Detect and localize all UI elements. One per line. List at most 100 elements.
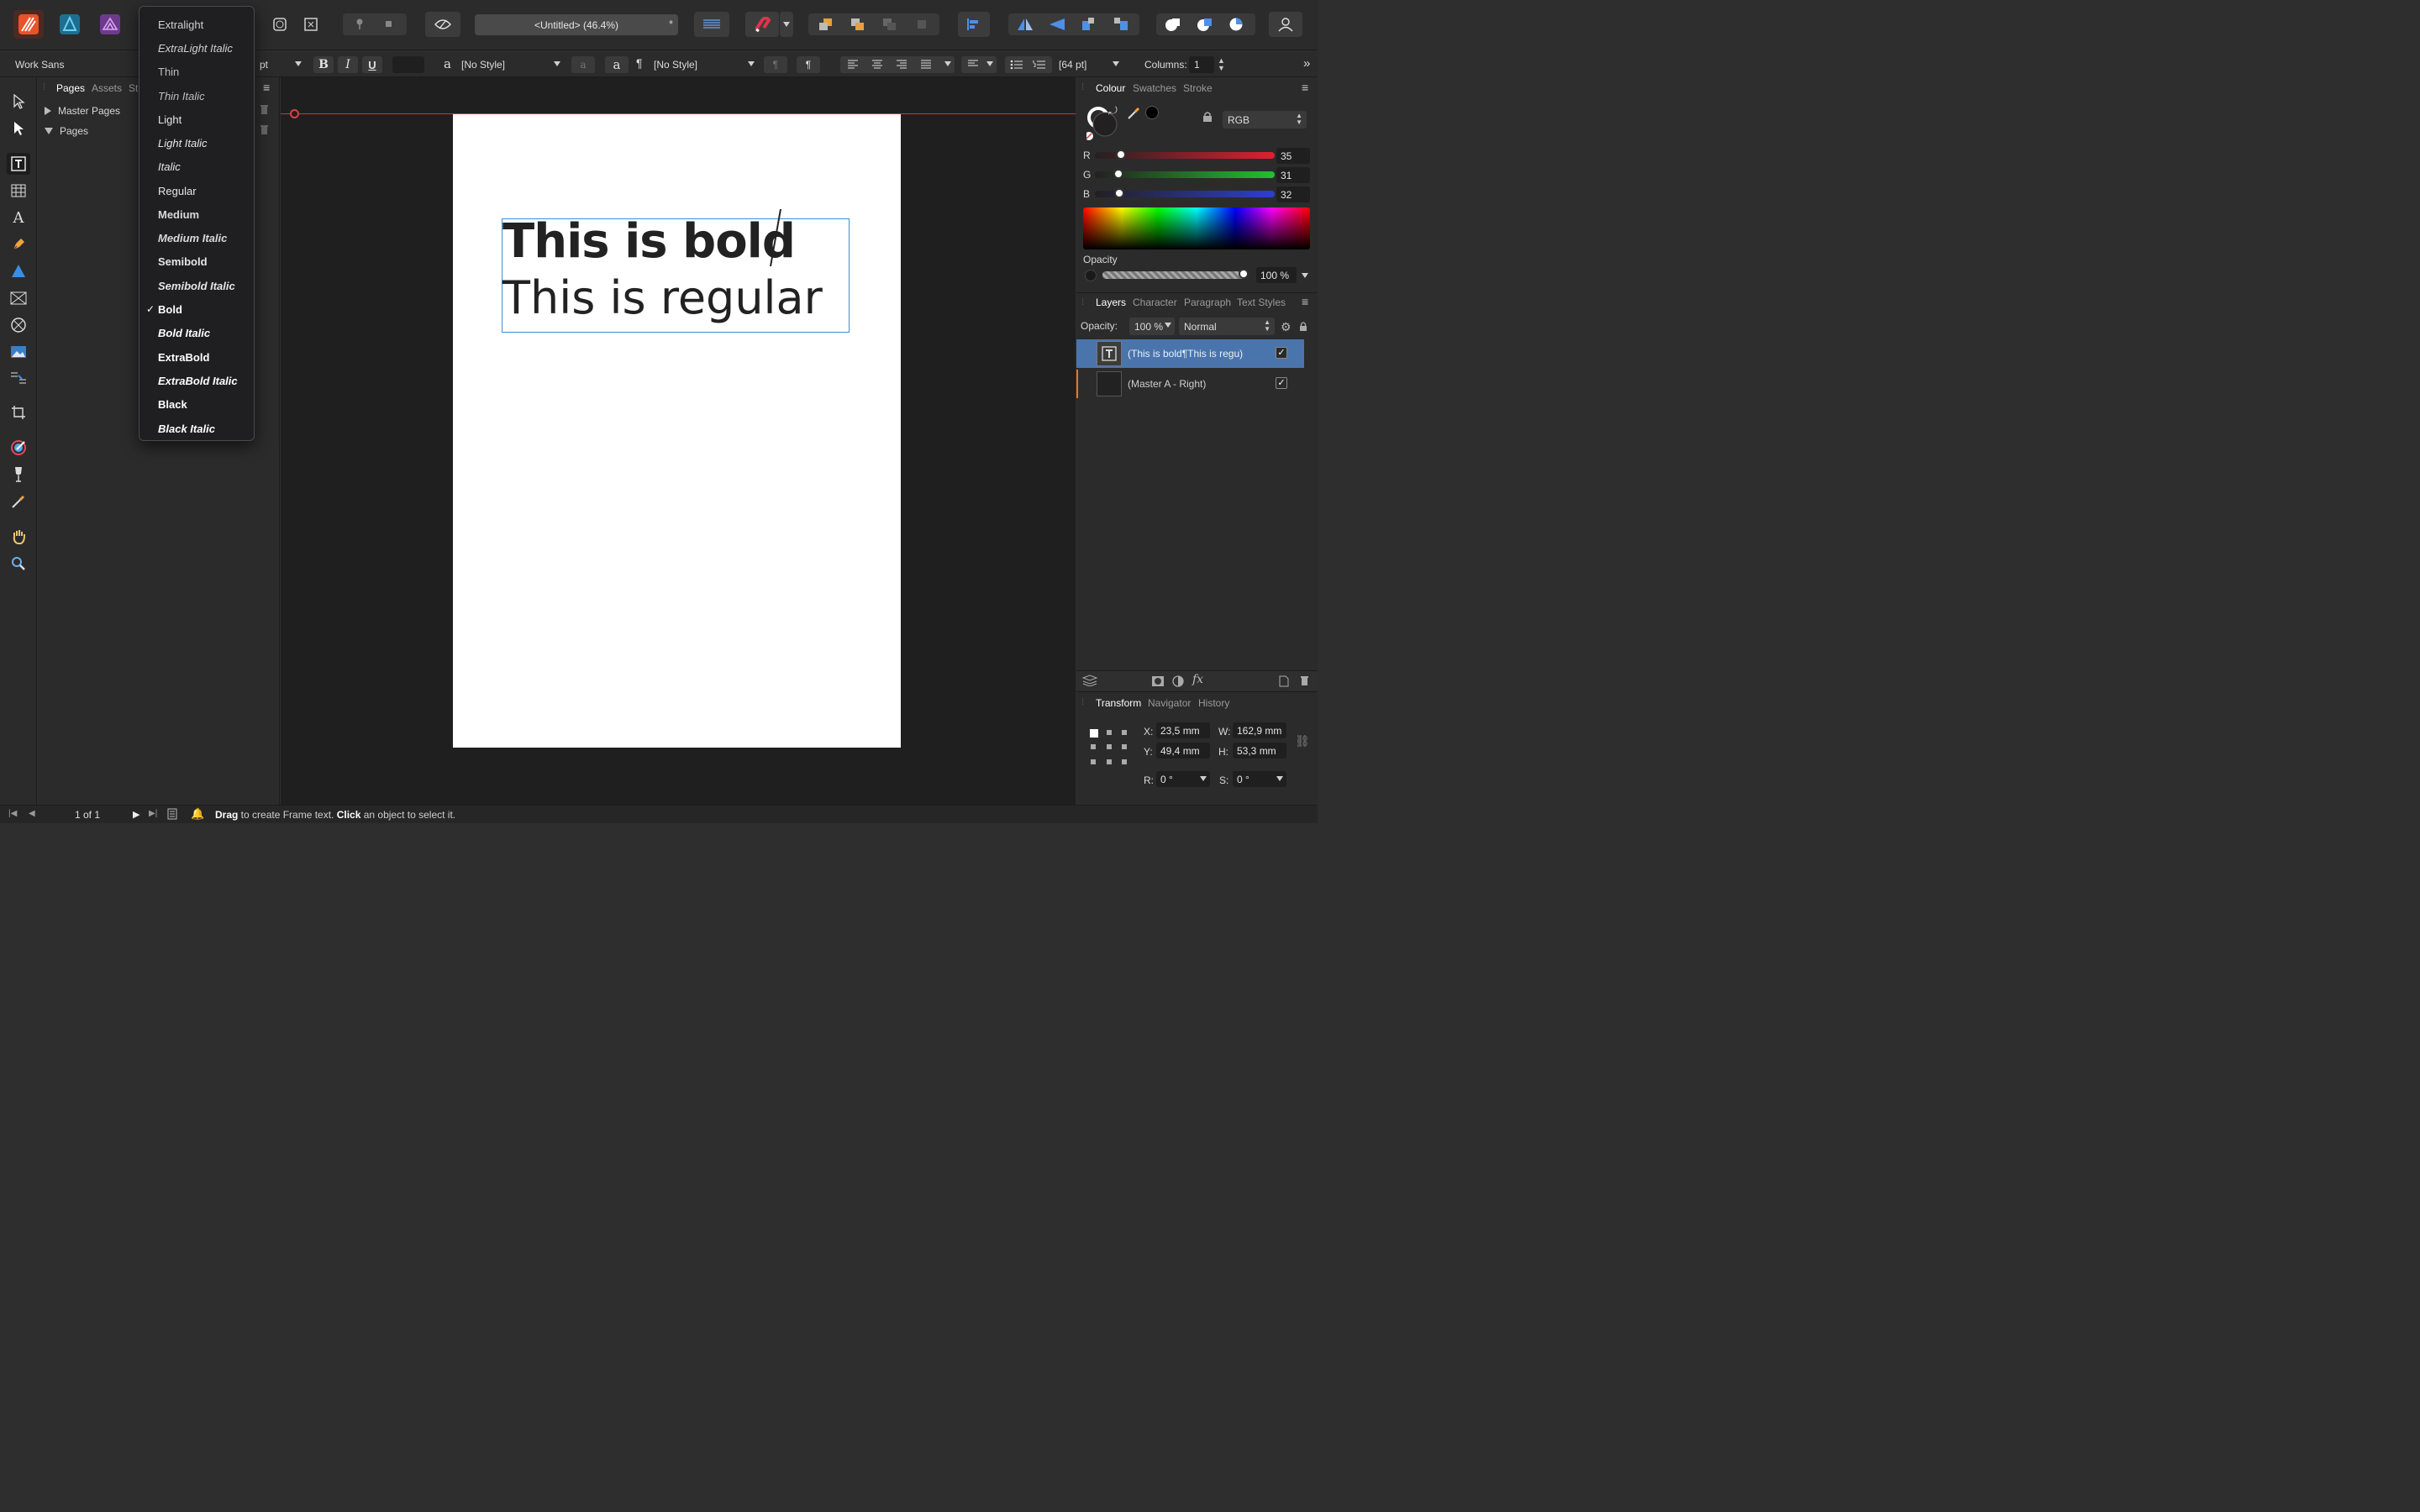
menu-item-semibold-italic[interactable]: Semibold Italic: [158, 280, 235, 292]
opacity-slider[interactable]: [1102, 269, 1249, 279]
lock-icon[interactable]: [1299, 321, 1307, 332]
notification-bell-icon[interactable]: 🔔: [191, 807, 204, 821]
document-page[interactable]: This is bold This is regular: [453, 114, 901, 748]
rotate-right-icon[interactable]: [1113, 17, 1129, 32]
add-layer-icon[interactable]: [1279, 675, 1289, 687]
tab-navigator[interactable]: Navigator: [1148, 697, 1191, 709]
tab-swatches[interactable]: Swatches: [1133, 82, 1176, 94]
menu-item-medium-italic[interactable]: Medium Italic: [158, 232, 227, 244]
menu-item-light[interactable]: Light: [158, 113, 182, 126]
bold-button[interactable]: B: [313, 56, 334, 73]
boolean-add-icon[interactable]: [1165, 17, 1181, 32]
align-icon[interactable]: [958, 12, 990, 37]
fill-stroke-well[interactable]: [1086, 106, 1128, 143]
eyedropper-tool-icon[interactable]: [7, 491, 30, 512]
tab-character[interactable]: Character: [1133, 297, 1177, 308]
x-field[interactable]: 23,5 mm: [1156, 722, 1210, 738]
baseline-grid-icon[interactable]: [694, 12, 729, 37]
flip-vertical-icon[interactable]: [1049, 17, 1065, 32]
blend-mode-select[interactable]: Normal ▲ ▼: [1179, 318, 1275, 335]
align-center-icon[interactable]: [871, 60, 883, 70]
vertical-align-button[interactable]: [961, 56, 997, 73]
text-colour-swatch[interactable]: [392, 56, 424, 73]
apply-paragraph-style-button[interactable]: ¶: [797, 56, 820, 73]
trash-icon[interactable]: [260, 124, 269, 135]
paragraph-style-select[interactable]: [No Style]: [649, 56, 758, 73]
menu-item-regular[interactable]: Regular: [158, 185, 197, 197]
channel-g-slider[interactable]: [1095, 169, 1275, 179]
font-size-field[interactable]: pt: [255, 56, 305, 73]
tab-styles[interactable]: St: [129, 82, 138, 94]
pen-tool-icon[interactable]: [7, 234, 30, 255]
tree-item-master-pages[interactable]: Master Pages: [45, 104, 120, 118]
character-style-select[interactable]: [No Style]: [456, 56, 564, 73]
layer-row-master[interactable]: (Master A - Right) ✓: [1076, 370, 1304, 398]
panel-menu-icon[interactable]: ≡: [1302, 295, 1308, 308]
channel-g-knob[interactable]: [1113, 169, 1124, 179]
channel-b-knob[interactable]: [1113, 188, 1124, 198]
columns-field[interactable]: 1: [1189, 56, 1214, 73]
chevron-down-icon[interactable]: [1302, 273, 1308, 278]
layers-stack-icon[interactable]: [1081, 675, 1098, 686]
panel-grip-icon[interactable]: ⁞: [1081, 82, 1084, 92]
h-field[interactable]: 53,3 mm: [1233, 743, 1286, 759]
tab-stroke[interactable]: Stroke: [1183, 82, 1213, 94]
leading-field[interactable]: [64 pt]: [1054, 56, 1123, 73]
artistic-text-tool-icon[interactable]: A: [7, 207, 30, 228]
pin-icon[interactable]: [355, 18, 365, 30]
opacity-value[interactable]: 100 %: [1256, 267, 1297, 283]
layer-opacity-select[interactable]: 100 %: [1129, 318, 1175, 335]
photo-persona-icon[interactable]: [96, 10, 124, 39]
snapping-dropdown-icon[interactable]: [780, 12, 793, 37]
align-left-icon[interactable]: [847, 60, 859, 70]
font-family-field[interactable]: Work Sans: [10, 56, 139, 73]
colour-model-select[interactable]: RGB ▲ ▼: [1223, 111, 1307, 129]
expand-toolbar-icon[interactable]: »: [1303, 56, 1310, 71]
tab-layers[interactable]: Layers: [1096, 297, 1126, 308]
expand-arrow-icon[interactable]: [45, 107, 51, 115]
crop-tool-icon[interactable]: [7, 402, 30, 423]
move-to-back-icon[interactable]: [818, 18, 834, 31]
tab-colour[interactable]: Colour: [1096, 82, 1125, 94]
trash-icon[interactable]: [1300, 675, 1309, 686]
italic-button[interactable]: I: [338, 56, 358, 73]
text-line-bold[interactable]: This is bold: [502, 214, 796, 269]
tab-assets[interactable]: Assets: [92, 82, 122, 94]
apply-character-style-button[interactable]: a: [605, 56, 629, 73]
previous-page-icon[interactable]: ◀: [29, 809, 35, 818]
publisher-persona-icon[interactable]: [13, 10, 44, 39]
page-view-icon[interactable]: [167, 808, 177, 820]
fill-tool-icon[interactable]: [7, 260, 30, 282]
frame-option-icon[interactable]: [266, 12, 293, 37]
menu-item-bold[interactable]: Bold: [158, 303, 182, 316]
first-page-icon[interactable]: |◀: [8, 809, 17, 818]
clear-paragraph-style-button[interactable]: ¶: [764, 56, 787, 73]
text-line-regular[interactable]: This is regular: [502, 271, 823, 324]
gear-icon[interactable]: ⚙: [1281, 320, 1292, 334]
panel-grip-icon[interactable]: ⁞: [1081, 297, 1084, 307]
layer-row-text[interactable]: (This is bold¶This is regu) ✓: [1076, 339, 1304, 368]
visibility-checkbox[interactable]: ✓: [1276, 347, 1287, 359]
opacity-knob[interactable]: [1239, 269, 1249, 279]
place-image-tool-icon[interactable]: [7, 341, 30, 363]
preview-mode-icon[interactable]: [425, 12, 460, 37]
link-text-tool-icon[interactable]: [7, 368, 30, 390]
trash-icon[interactable]: [260, 104, 269, 115]
channel-r-value[interactable]: 35: [1276, 148, 1310, 164]
hand-tool-icon[interactable]: [7, 526, 30, 548]
columns-stepper-icon[interactable]: ▲ ▼: [1218, 57, 1225, 72]
menu-item-black-italic[interactable]: Black Italic: [158, 423, 215, 435]
adjustment-icon[interactable]: [1172, 675, 1184, 687]
mask-layer-icon[interactable]: [1151, 675, 1165, 687]
tree-item-pages[interactable]: Pages: [45, 124, 88, 138]
channel-b-value[interactable]: 32: [1276, 186, 1310, 202]
frame-text-tool-icon[interactable]: [7, 153, 30, 175]
picture-frame-tool-icon[interactable]: [7, 287, 30, 309]
menu-item-bold-italic[interactable]: Bold Italic: [158, 327, 210, 339]
colour-spectrum[interactable]: [1083, 207, 1310, 249]
w-field[interactable]: 162,9 mm: [1233, 722, 1286, 738]
menu-item-light-italic[interactable]: Light Italic: [158, 137, 208, 150]
justify-icon[interactable]: [920, 60, 932, 70]
rotation-field[interactable]: 0 °: [1156, 771, 1210, 787]
menu-item-extralight[interactable]: Extralight: [158, 18, 203, 31]
